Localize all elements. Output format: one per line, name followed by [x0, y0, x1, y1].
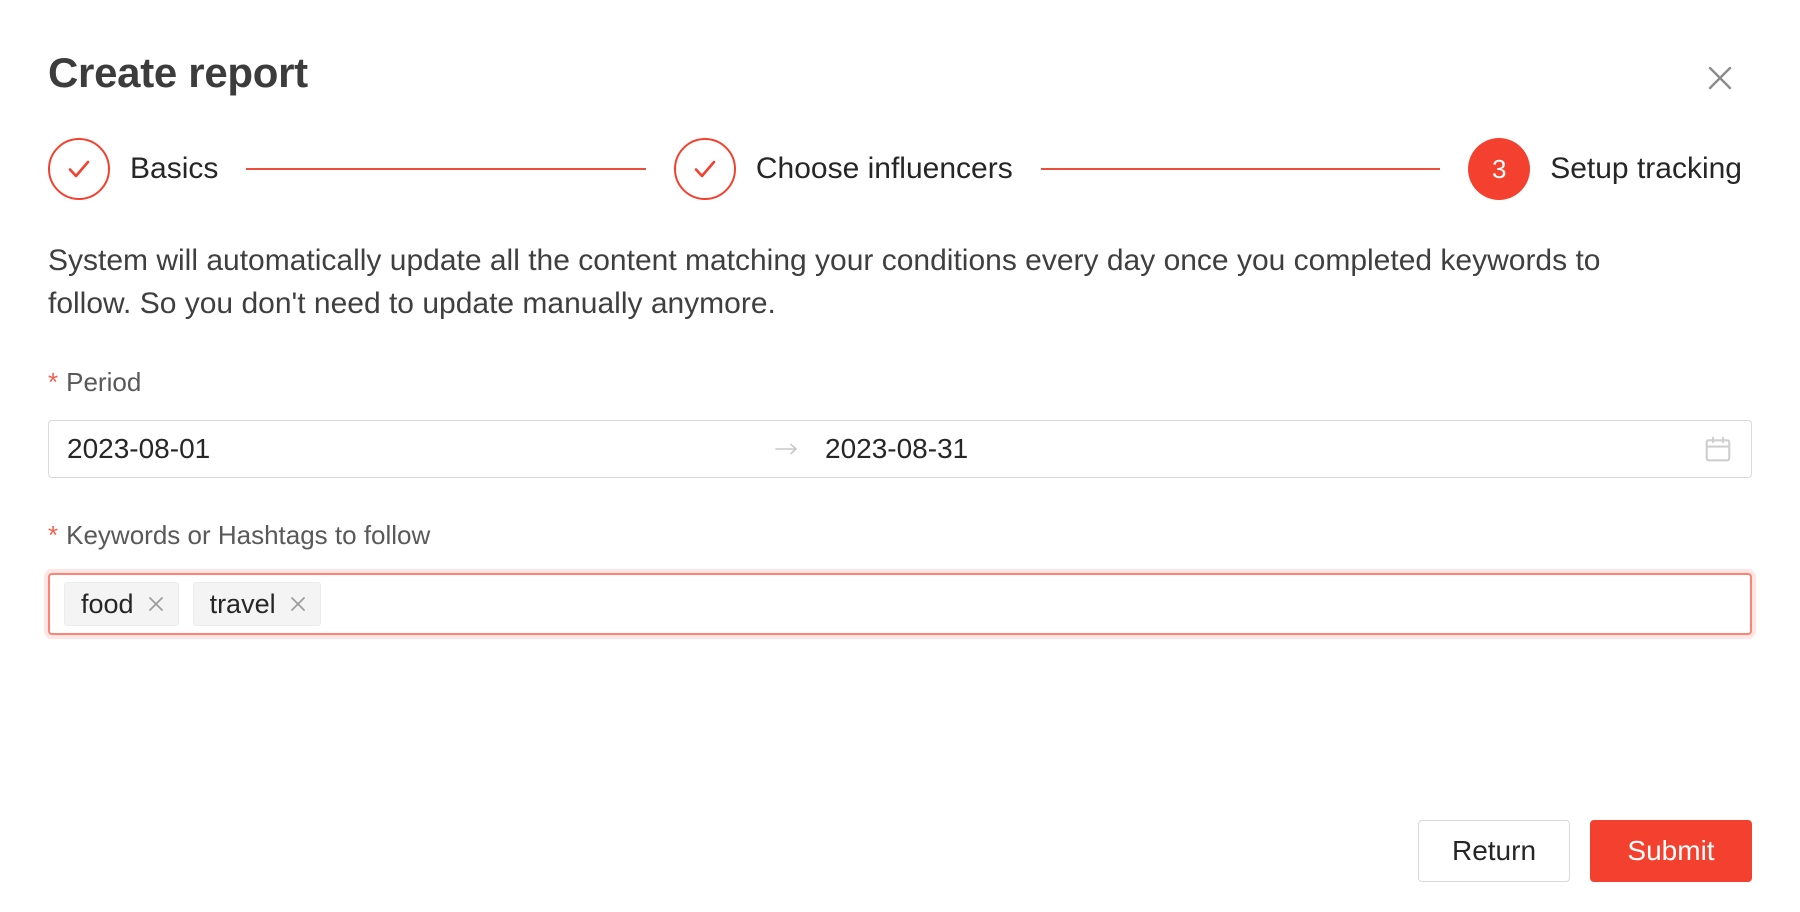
required-asterisk: *: [48, 520, 59, 551]
stepper: Basics Choose influencers 3 Setup tracki…: [48, 138, 1752, 200]
check-icon: [48, 138, 110, 200]
step-label-choose-influencers: Choose influencers: [755, 152, 1013, 185]
field-period: * Period 2023-08-01 2023-08-31: [48, 367, 1752, 479]
date-range-picker[interactable]: 2023-08-01 2023-08-31: [48, 420, 1752, 479]
field-label-keywords: * Keywords or Hashtags to follow: [48, 520, 1752, 551]
step-basics[interactable]: Basics: [48, 138, 218, 200]
field-label-period: * Period: [48, 367, 1752, 398]
step-setup-tracking[interactable]: 3 Setup tracking: [1468, 138, 1742, 200]
create-report-dialog: Create report Basics Choose influencers …: [0, 0, 1800, 912]
field-label-text: Keywords or Hashtags to follow: [66, 520, 431, 551]
step-choose-influencers[interactable]: Choose influencers: [673, 138, 1013, 200]
step-number-badge: 3: [1468, 138, 1531, 200]
calendar-icon[interactable]: [1703, 434, 1733, 464]
field-label-text: Period: [66, 367, 142, 398]
close-icon[interactable]: [146, 594, 166, 614]
dialog-header: Create report: [48, 0, 1752, 116]
dialog-footer: Return Submit: [1418, 820, 1752, 882]
return-button[interactable]: Return: [1418, 820, 1570, 882]
keywords-tag-input[interactable]: food travel: [48, 573, 1752, 636]
end-date-input[interactable]: 2023-08-31: [825, 433, 1703, 465]
arrow-right-icon: [767, 442, 807, 456]
page-title: Create report: [48, 49, 308, 96]
tag-label: travel: [209, 588, 276, 619]
close-icon[interactable]: [288, 594, 308, 614]
tag-item[interactable]: travel: [192, 582, 321, 627]
step-connector-1: [246, 168, 646, 170]
close-icon[interactable]: [1698, 56, 1742, 100]
step-label-setup-tracking: Setup tracking: [1550, 152, 1742, 185]
step-connector-2: [1040, 168, 1441, 170]
tag-label: food: [81, 588, 134, 619]
tag-item[interactable]: food: [64, 582, 179, 627]
start-date-input[interactable]: 2023-08-01: [67, 433, 767, 465]
step-label-basics: Basics: [130, 152, 219, 185]
description-text: System will automatically update all the…: [48, 244, 1601, 320]
required-asterisk: *: [48, 367, 59, 398]
submit-button[interactable]: Submit: [1590, 820, 1752, 882]
field-keywords: * Keywords or Hashtags to follow food tr…: [48, 520, 1752, 636]
check-icon: [673, 138, 736, 200]
